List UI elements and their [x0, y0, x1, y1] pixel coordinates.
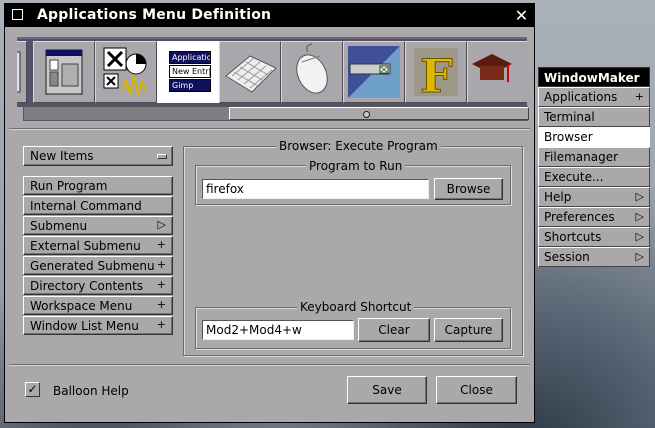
submenu-arrow-icon: ▷ [157, 218, 166, 231]
command-generated-submenu[interactable]: Generated Submenu + [23, 256, 173, 275]
capture-button[interactable]: Capture [434, 318, 503, 342]
wm-item-label: Shortcuts [544, 230, 602, 244]
shortcut-input[interactable]: Mod2+Mod4+w [202, 320, 354, 340]
plus-icon: + [156, 278, 166, 291]
wm-item-label: Applications [544, 90, 618, 104]
program-legend: Program to Run [306, 159, 406, 173]
appearance-icon-strip: Applicatio New Entr| Gimp F [17, 37, 527, 107]
command-label: External Submenu [30, 238, 141, 253]
appearance-icon[interactable] [343, 41, 405, 103]
command-label: Internal Command [30, 198, 142, 213]
new-items-popup[interactable]: New Items [23, 146, 173, 166]
browse-button[interactable]: Browse [434, 178, 503, 200]
wm-item-execute[interactable]: Execute... [538, 167, 650, 187]
command-workspace-menu[interactable]: Workspace Menu + [23, 296, 173, 315]
font-icon[interactable]: F [405, 41, 467, 103]
command-external-submenu[interactable]: External Submenu + [23, 236, 173, 255]
windowmaker-menu: WindowMaker Applications + Terminal Brow… [538, 67, 650, 267]
command-internal-command[interactable]: Internal Command [23, 196, 173, 215]
selected-icon-line-3: Gimp [169, 79, 211, 92]
save-button[interactable]: Save [347, 376, 427, 404]
command-label: Directory Contents [30, 278, 144, 293]
command-label: Workspace Menu [30, 298, 133, 313]
clear-label: Clear [378, 323, 410, 337]
program-input[interactable]: firefox [202, 179, 429, 199]
wm-item-label: Session [544, 250, 590, 264]
submenu-arrow-icon: ▷ [635, 210, 644, 223]
submenu-arrow-icon: ▷ [635, 190, 644, 203]
close-label: Close [460, 383, 493, 397]
command-label: Run Program [30, 178, 108, 193]
separator [9, 128, 530, 130]
selected-icon-line-1: Applicatio [169, 51, 211, 64]
wm-item-label: Filemanager [544, 150, 619, 164]
command-label: Generated Submenu [30, 258, 155, 273]
plus-icon: + [156, 318, 166, 331]
balloon-help-label: Balloon Help [53, 384, 129, 398]
wm-item-applications[interactable]: Applications + [538, 87, 650, 107]
menu-editor-icon-selected[interactable]: Applicatio New Entr| Gimp [157, 41, 219, 103]
wm-item-label: Execute... [544, 170, 604, 184]
window-handling-icon[interactable] [95, 41, 157, 103]
wm-item-browser[interactable]: Browser [538, 127, 650, 147]
browse-label: Browse [446, 182, 491, 196]
popup-indicator-icon [157, 154, 167, 159]
icon-strip-scrollbar[interactable] [23, 106, 529, 121]
new-items-label: New Items [30, 149, 94, 163]
command-window-list-menu[interactable]: Window List Menu + [23, 316, 173, 335]
editor-title: Browser: Execute Program [276, 139, 441, 153]
shortcut-legend: Keyboard Shortcut [297, 300, 415, 314]
save-label: Save [372, 383, 402, 397]
close-icon[interactable]: ✕ [513, 7, 530, 24]
separator [9, 364, 530, 366]
plus-icon: + [156, 258, 166, 271]
close-button[interactable]: Close [436, 376, 517, 404]
wm-item-label: Browser [544, 130, 593, 144]
windowmaker-menu-title[interactable]: WindowMaker [538, 67, 650, 87]
wm-item-label: Preferences [544, 210, 615, 224]
selected-icon-line-2: New Entr| [169, 65, 211, 78]
menu-definition-window: Applications Menu Definition ✕ Applicati… [4, 3, 535, 423]
wm-item-help[interactable]: Help ▷ [538, 187, 650, 207]
plus-icon: + [156, 298, 166, 311]
wm-item-label: Terminal [544, 110, 595, 124]
wm-item-label: Help [544, 190, 572, 204]
submenu-arrow-icon: ▷ [635, 250, 644, 263]
wm-item-preferences[interactable]: Preferences ▷ [538, 207, 650, 227]
window-title: Applications Menu Definition [37, 7, 272, 23]
svg-text:F: F [420, 49, 453, 102]
expert-settings-icon[interactable] [467, 41, 527, 103]
window-appearance-icon[interactable] [33, 41, 95, 103]
command-submenu[interactable]: Submenu ▷ [23, 216, 173, 235]
command-label: Submenu [30, 218, 88, 233]
command-run-program[interactable]: Run Program [23, 176, 173, 195]
scrollbar-knob[interactable] [229, 107, 529, 120]
command-directory-contents[interactable]: Directory Contents + [23, 276, 173, 295]
title-bar[interactable]: Applications Menu Definition ✕ [5, 4, 534, 27]
mouse-icon[interactable] [281, 41, 343, 103]
wm-item-terminal[interactable]: Terminal [538, 107, 650, 127]
minimize-icon[interactable] [12, 9, 23, 20]
wm-item-filemanager[interactable]: Filemanager [538, 147, 650, 167]
wm-item-session[interactable]: Session ▷ [538, 247, 650, 267]
wm-item-shortcuts[interactable]: Shortcuts ▷ [538, 227, 650, 247]
icon-tile-partial[interactable] [17, 41, 27, 103]
scrollbar-grip-icon [363, 111, 370, 118]
plus-icon: + [156, 238, 166, 251]
submenu-arrow-icon: ▷ [635, 230, 644, 243]
plus-icon: + [634, 90, 644, 103]
keyboard-icon[interactable] [219, 41, 281, 103]
capture-label: Capture [444, 323, 493, 337]
command-label: Window List Menu [30, 318, 139, 333]
balloon-help-checkbox[interactable]: ✓ [25, 382, 40, 397]
clear-button[interactable]: Clear [358, 318, 430, 342]
